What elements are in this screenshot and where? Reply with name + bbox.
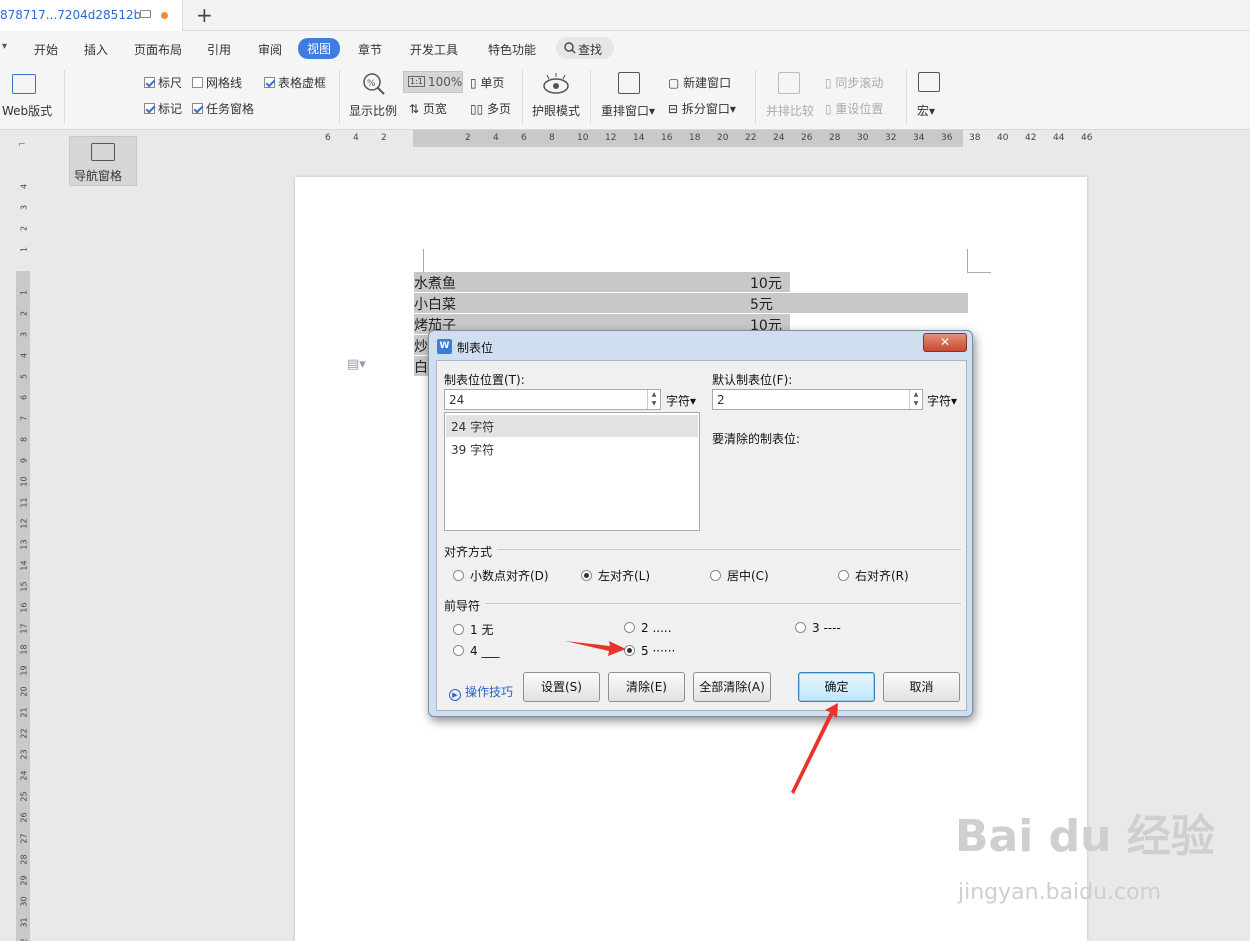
watermark-url: jingyan.baidu.com <box>958 880 1162 905</box>
arrow-to-ok-icon <box>791 703 838 794</box>
arrow-to-leader-icon <box>565 641 626 656</box>
baidu-watermark-logo: Bai du 经验 <box>955 811 1215 862</box>
